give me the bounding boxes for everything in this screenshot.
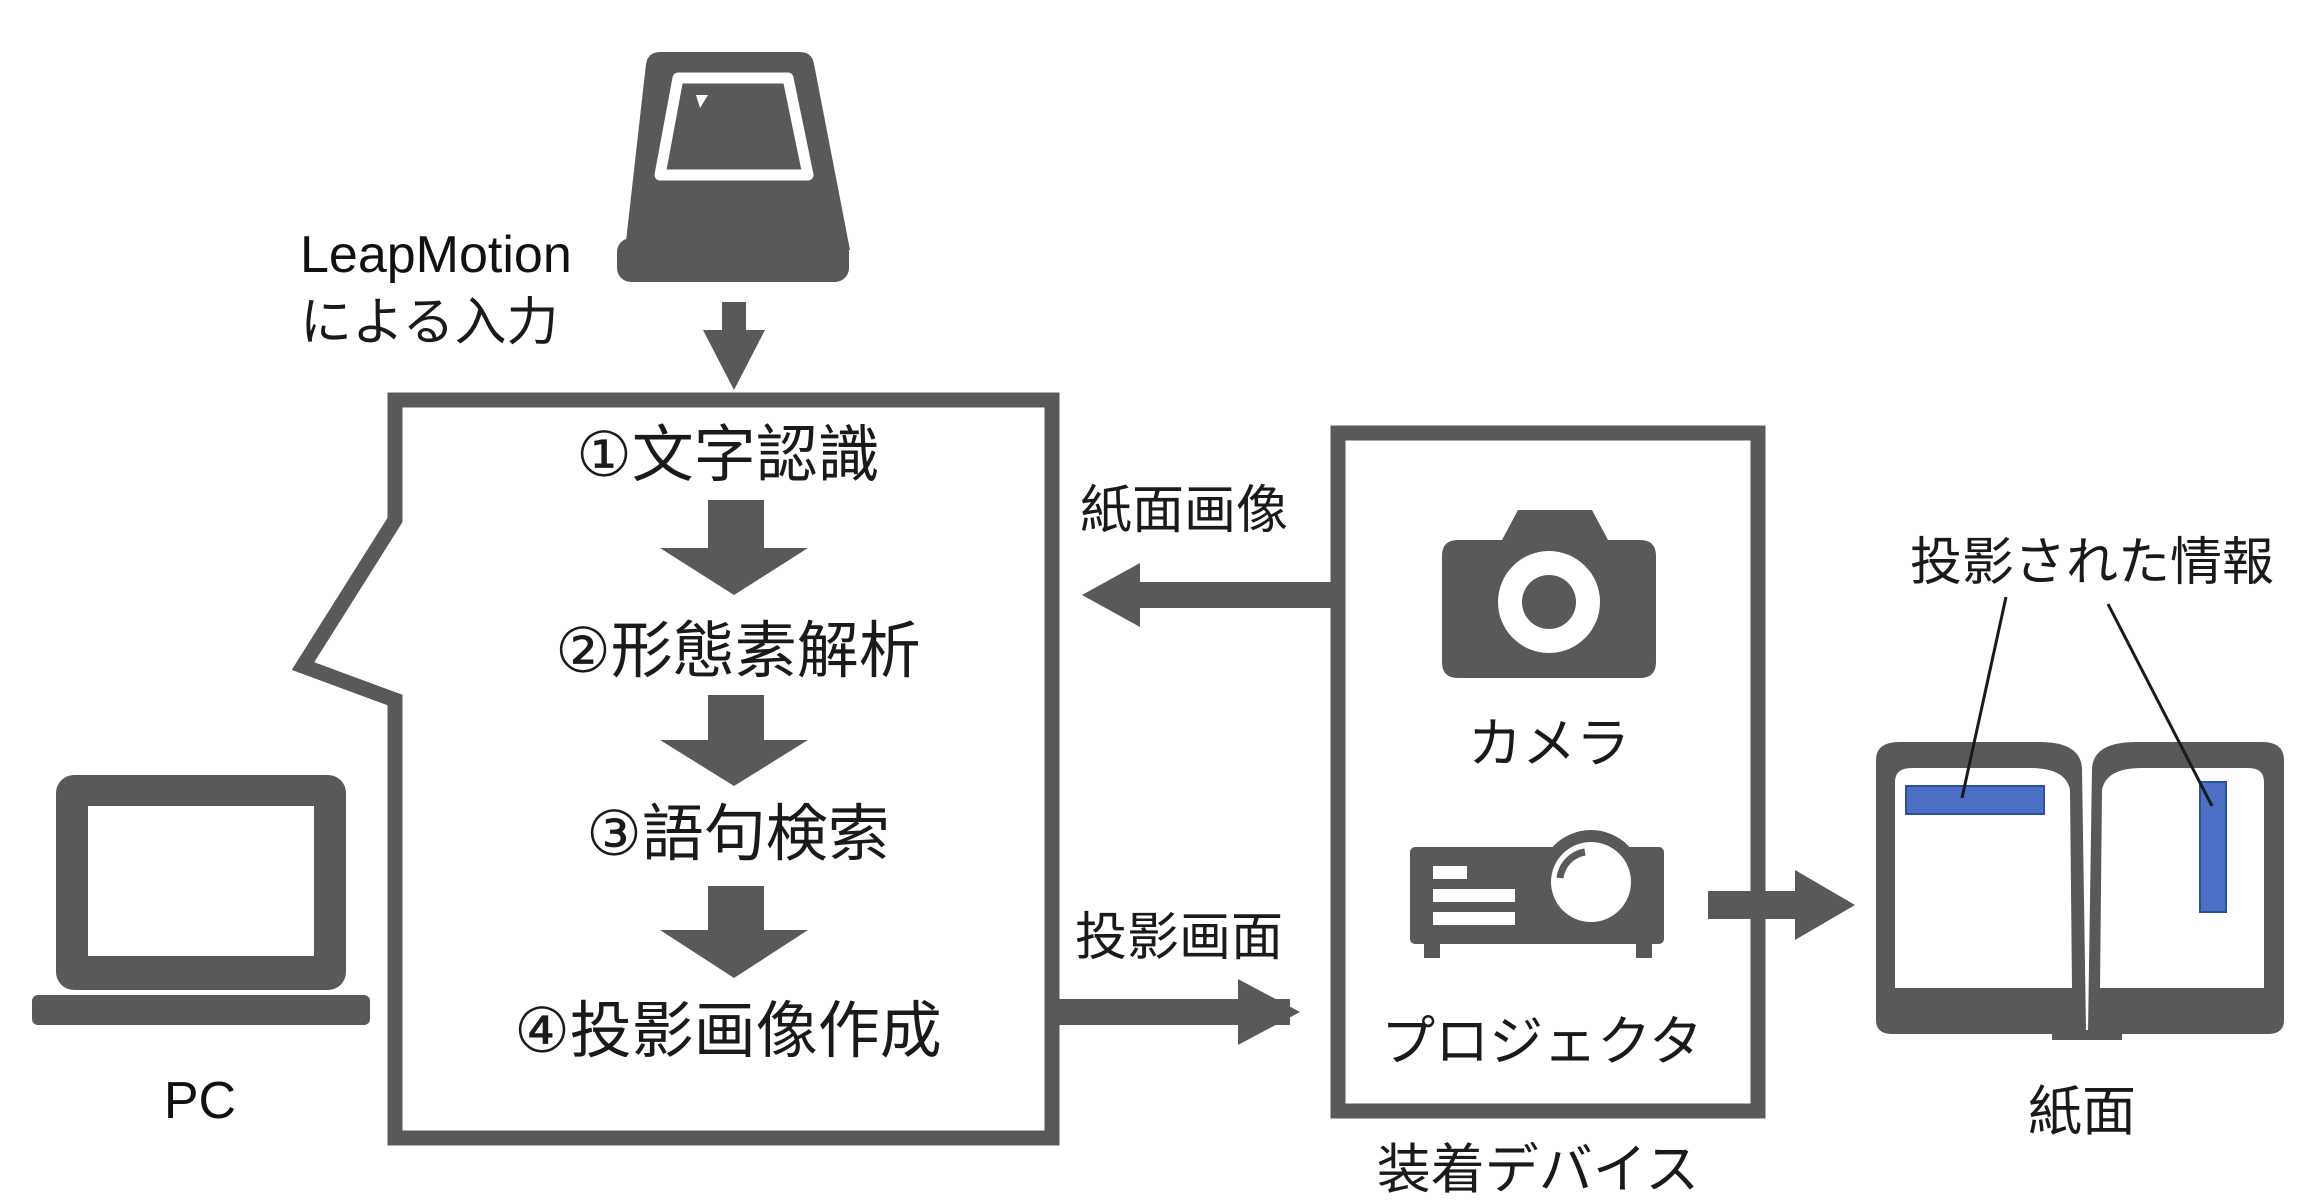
system-diagram: LeapMotion による入力 PC ①文字認識 ②形態素解析 ③語句検索 ④… bbox=[32, 52, 2284, 1200]
projected-info-bar-vertical bbox=[2199, 781, 2227, 913]
projection-screen-label: 投影画面 bbox=[1075, 908, 1283, 968]
step-4: ④投影画像作成 bbox=[514, 994, 942, 1067]
paper-label: 紙面 bbox=[2028, 1080, 2136, 1143]
step-1: ①文字認識 bbox=[576, 418, 880, 491]
wearable-device-label: 装着デバイス bbox=[1377, 1138, 1699, 1200]
laptop-icon bbox=[32, 775, 370, 1025]
paper-image-label: 紙面画像 bbox=[1080, 481, 1288, 541]
projector-label: プロジェクタ bbox=[1381, 1010, 1703, 1073]
step-2: ②形態素解析 bbox=[555, 614, 921, 687]
projector-icon bbox=[1410, 830, 1664, 958]
leapmotion-sensor-icon bbox=[617, 52, 850, 282]
paper-image-arrow bbox=[1082, 563, 1335, 627]
pc-label: PC bbox=[164, 1072, 236, 1130]
step-3: ③語句検索 bbox=[586, 797, 890, 870]
input-arrow bbox=[703, 302, 765, 390]
leapmotion-label: LeapMotion bbox=[300, 226, 572, 284]
projection-screen-arrow bbox=[1052, 979, 1300, 1045]
projected-info-label: 投影された情報 bbox=[1910, 533, 2274, 593]
camera-label: カメラ bbox=[1468, 712, 1630, 775]
leapmotion-input-label: による入力 bbox=[300, 293, 558, 353]
projected-info-bar-horizontal bbox=[1905, 785, 2045, 815]
